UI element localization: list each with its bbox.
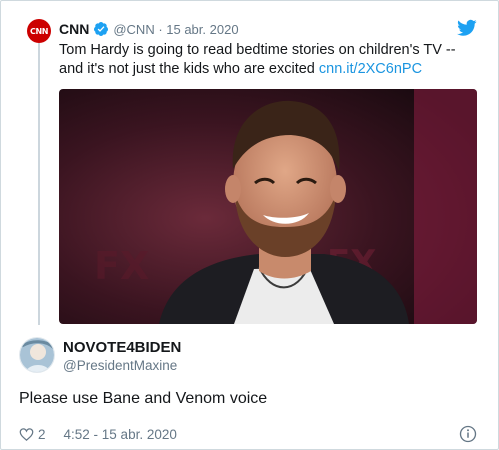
quoted-tweet-link[interactable]: cnn.it/2XC6nPC xyxy=(319,61,422,77)
thread-connector-line xyxy=(38,43,40,325)
embedded-tweet-card: CNN CNN @CNN · 15 abr. 2020 Tom Hardy is… xyxy=(0,0,499,450)
like-count[interactable]: 2 xyxy=(38,427,46,442)
avatar-image xyxy=(20,338,54,372)
quoted-handle-and-date[interactable]: @CNN · 15 abr. 2020 xyxy=(113,22,238,37)
quoted-tweet-text: Tom Hardy is going to read bedtime stori… xyxy=(59,41,479,79)
reply-tweet-footer: 2 4:52 - 15 abr. 2020 xyxy=(19,425,177,443)
quoted-author-name[interactable]: CNN xyxy=(59,21,89,37)
cnn-avatar-logo-text: CNN xyxy=(29,26,49,36)
portrait-photo-illustration: FX FX xyxy=(59,89,477,324)
verified-badge-icon xyxy=(94,22,109,36)
heart-icon[interactable] xyxy=(19,427,34,442)
cnn-avatar[interactable]: CNN xyxy=(27,19,51,43)
reply-author-avatar[interactable] xyxy=(19,337,55,373)
quoted-tweet-photo[interactable]: FX FX xyxy=(59,89,477,324)
reply-author-name[interactable]: NOVOTE4BIDEN xyxy=(63,339,181,356)
reply-author-handle[interactable]: @PresidentMaxine xyxy=(63,358,177,373)
svg-text:FX: FX xyxy=(94,244,149,288)
quoted-tweet-header: CNN @CNN · 15 abr. 2020 xyxy=(59,19,239,39)
reply-timestamp[interactable]: 4:52 - 15 abr. 2020 xyxy=(64,427,177,442)
twitter-bird-icon[interactable] xyxy=(457,19,477,37)
info-icon[interactable] xyxy=(459,425,477,443)
reply-tweet-text: Please use Bane and Venom voice xyxy=(19,390,268,407)
